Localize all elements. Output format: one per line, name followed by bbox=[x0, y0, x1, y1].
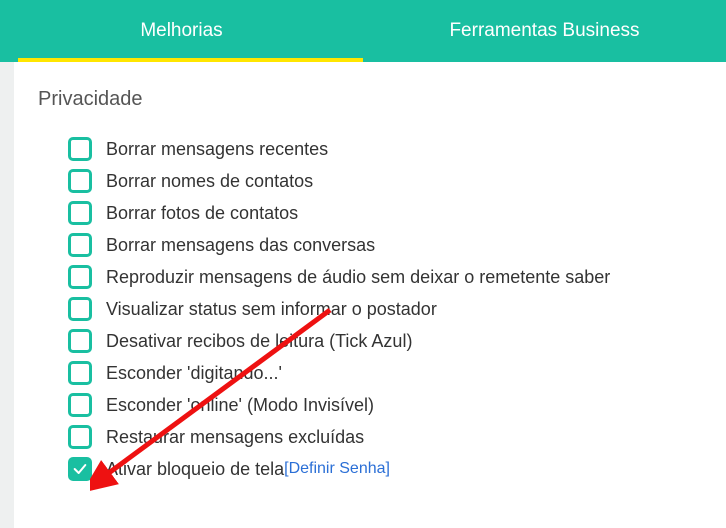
checkbox[interactable] bbox=[68, 329, 92, 353]
option-label: Borrar mensagens das conversas bbox=[106, 235, 375, 256]
checkbox[interactable] bbox=[68, 137, 92, 161]
checkbox[interactable] bbox=[68, 425, 92, 449]
tab-improvements[interactable]: Melhorias bbox=[0, 0, 363, 62]
option-label: Ativar bloqueio de tela bbox=[106, 459, 284, 480]
left-edge-strip bbox=[0, 62, 14, 528]
checkbox[interactable] bbox=[68, 361, 92, 385]
checkbox[interactable] bbox=[68, 265, 92, 289]
option-row: Reproduzir mensagens de áudio sem deixar… bbox=[68, 265, 706, 289]
option-row: Restaurar mensagens excluídas bbox=[68, 425, 706, 449]
checkbox[interactable] bbox=[68, 169, 92, 193]
option-row: Borrar mensagens das conversas bbox=[68, 233, 706, 257]
option-label: Borrar nomes de contatos bbox=[106, 171, 313, 192]
option-row: Borrar fotos de contatos bbox=[68, 201, 706, 225]
checkbox[interactable] bbox=[68, 233, 92, 257]
section-title-privacy: Privacidade bbox=[38, 88, 706, 111]
options-list: Borrar mensagens recentes Borrar nomes de… bbox=[38, 137, 706, 481]
option-row: Visualizar status sem informar o postado… bbox=[68, 297, 706, 321]
option-row: Esconder 'digitando...' bbox=[68, 361, 706, 385]
option-row: Borrar mensagens recentes bbox=[68, 137, 706, 161]
checkbox[interactable] bbox=[68, 457, 92, 481]
checkbox[interactable] bbox=[68, 201, 92, 225]
option-label: Reproduzir mensagens de áudio sem deixar… bbox=[106, 267, 610, 288]
option-label: Borrar mensagens recentes bbox=[106, 139, 328, 160]
option-label: Desativar recibos de leitura (Tick Azul) bbox=[106, 331, 412, 352]
option-label: Visualizar status sem informar o postado… bbox=[106, 299, 437, 320]
tab-bar: Melhorias Ferramentas Business bbox=[0, 0, 726, 62]
checkbox[interactable] bbox=[68, 393, 92, 417]
option-label: Esconder 'digitando...' bbox=[106, 363, 282, 384]
option-label: Restaurar mensagens excluídas bbox=[106, 427, 364, 448]
option-row: Borrar nomes de contatos bbox=[68, 169, 706, 193]
option-label: Esconder 'online' (Modo Invisível) bbox=[106, 395, 374, 416]
checkbox[interactable] bbox=[68, 297, 92, 321]
option-row: Ativar bloqueio de tela [Definir Senha] bbox=[68, 457, 706, 481]
define-password-link[interactable]: [Definir Senha] bbox=[284, 460, 390, 478]
tab-business[interactable]: Ferramentas Business bbox=[363, 0, 726, 62]
option-row: Esconder 'online' (Modo Invisível) bbox=[68, 393, 706, 417]
option-row: Desativar recibos de leitura (Tick Azul) bbox=[68, 329, 706, 353]
content-panel: Privacidade Borrar mensagens recentesBor… bbox=[0, 62, 726, 509]
option-label: Borrar fotos de contatos bbox=[106, 203, 298, 224]
